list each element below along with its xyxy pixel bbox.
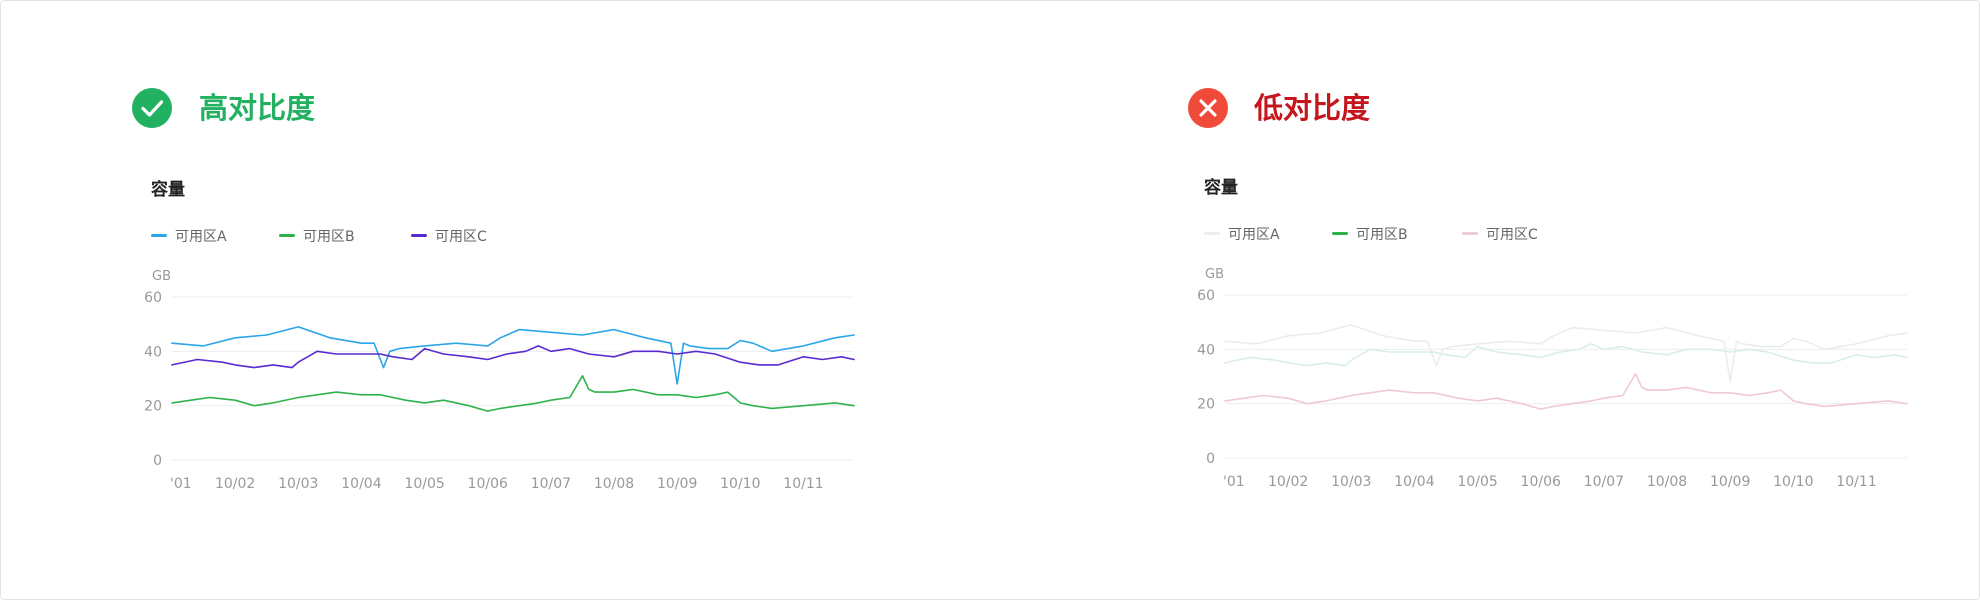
x-tick-label: 10/05 (404, 476, 444, 492)
low-contrast-panel: 低对比度 容量 可用区A 可用区B 可用区C GB 0 20 40 60 '01 10/02… (1054, 0, 1980, 598)
y-tick-label: 60 (1197, 288, 1215, 304)
check-circle-icon (132, 88, 172, 128)
legend-swatch-zone-a (151, 233, 167, 237)
high-contrast-line-chart: GB 0 20 40 60 '01 10/02 10/03 10/04 10/05 10/06 10/… (144, 269, 855, 492)
x-tick-label: '01 (170, 476, 192, 492)
legend-label-zone-a: 可用区A (1228, 227, 1280, 243)
chart-title: 容量 (151, 180, 185, 200)
series-line-zone-a (171, 326, 855, 385)
x-tick-label: 10/08 (594, 476, 634, 492)
x-tick-label: 10/07 (1584, 474, 1624, 490)
legend-item-zone-b[interactable]: 可用区B (279, 226, 355, 248)
y-tick-label: 20 (1197, 397, 1215, 413)
legend-label-zone-b: 可用区B (303, 229, 355, 245)
legend-swatch-zone-c (1462, 231, 1478, 235)
x-tick-label: 10/07 (531, 476, 571, 492)
x-tick-label: 10/04 (1394, 474, 1434, 490)
legend-label-zone-a: 可用区A (175, 229, 227, 245)
low-contrast-heading: 低对比度 (1254, 91, 1371, 125)
x-tick-label: 10/08 (1647, 474, 1687, 490)
series-line-zone-a (1224, 324, 1908, 383)
y-tick-label: 60 (144, 290, 162, 306)
legend-item-zone-b[interactable]: 可用区B (1332, 224, 1408, 246)
legend-label-zone-c: 可用区C (435, 229, 487, 245)
series-line-zone-b (1224, 343, 1908, 367)
legend-label-zone-b: 可用区B (1356, 227, 1408, 243)
legend-item-zone-a[interactable]: 可用区A (1204, 224, 1280, 246)
legend-item-zone-c[interactable]: 可用区C (411, 226, 487, 248)
x-tick-label: 10/02 (1268, 474, 1308, 490)
y-tick-label: 40 (144, 344, 162, 360)
x-tick-label: 10/10 (1773, 474, 1813, 490)
legend-item-zone-c[interactable]: 可用区C (1462, 224, 1538, 246)
close-circle-icon (1188, 88, 1228, 128)
chart-title: 容量 (1204, 178, 1238, 198)
chart-legend: 可用区A 可用区B 可用区C (151, 226, 551, 248)
x-tick-label: 10/02 (215, 476, 255, 492)
legend-swatch-zone-b (279, 233, 295, 237)
legend-label-zone-c: 可用区C (1486, 227, 1538, 243)
legend-swatch-zone-b (1332, 231, 1348, 235)
x-tick-label: 10/03 (1331, 474, 1371, 490)
x-tick-label: 10/06 (1521, 474, 1561, 490)
y-tick-label: 40 (1197, 342, 1215, 358)
chart-legend: 可用区A 可用区B 可用区C (1204, 224, 1604, 246)
legend-swatch-zone-c (411, 233, 427, 237)
x-tick-label: 10/09 (1710, 474, 1750, 490)
x-tick-label: '01 (1223, 474, 1245, 490)
x-tick-label: 10/06 (468, 476, 508, 492)
x-tick-label: 10/03 (278, 476, 318, 492)
y-tick-label: 20 (144, 399, 162, 415)
x-tick-label: 10/04 (341, 476, 381, 492)
y-axis-unit-label: GB (1205, 267, 1224, 282)
legend-item-zone-a[interactable]: 可用区A (151, 226, 227, 248)
low-contrast-line-chart: GB 0 20 40 60 '01 10/02 10/03 10/04 10/05 10/06 10/… (1197, 267, 1908, 490)
x-tick-label: 10/05 (1457, 474, 1497, 490)
y-tick-label: 0 (153, 453, 162, 469)
y-axis-unit-label: GB (152, 269, 171, 284)
y-tick-label: 0 (1206, 451, 1215, 467)
legend-swatch-zone-a (1204, 231, 1220, 235)
x-tick-label: 10/11 (1836, 474, 1876, 490)
x-tick-label: 10/10 (720, 476, 760, 492)
x-tick-label: 10/11 (783, 476, 823, 492)
high-contrast-panel: 高对比度 容量 可用区A 可用区B 可用区C GB 0 20 40 60 '01 10/02… (0, 0, 980, 598)
series-line-zone-c (171, 345, 855, 369)
x-tick-label: 10/09 (657, 476, 697, 492)
high-contrast-heading: 高对比度 (199, 91, 316, 125)
